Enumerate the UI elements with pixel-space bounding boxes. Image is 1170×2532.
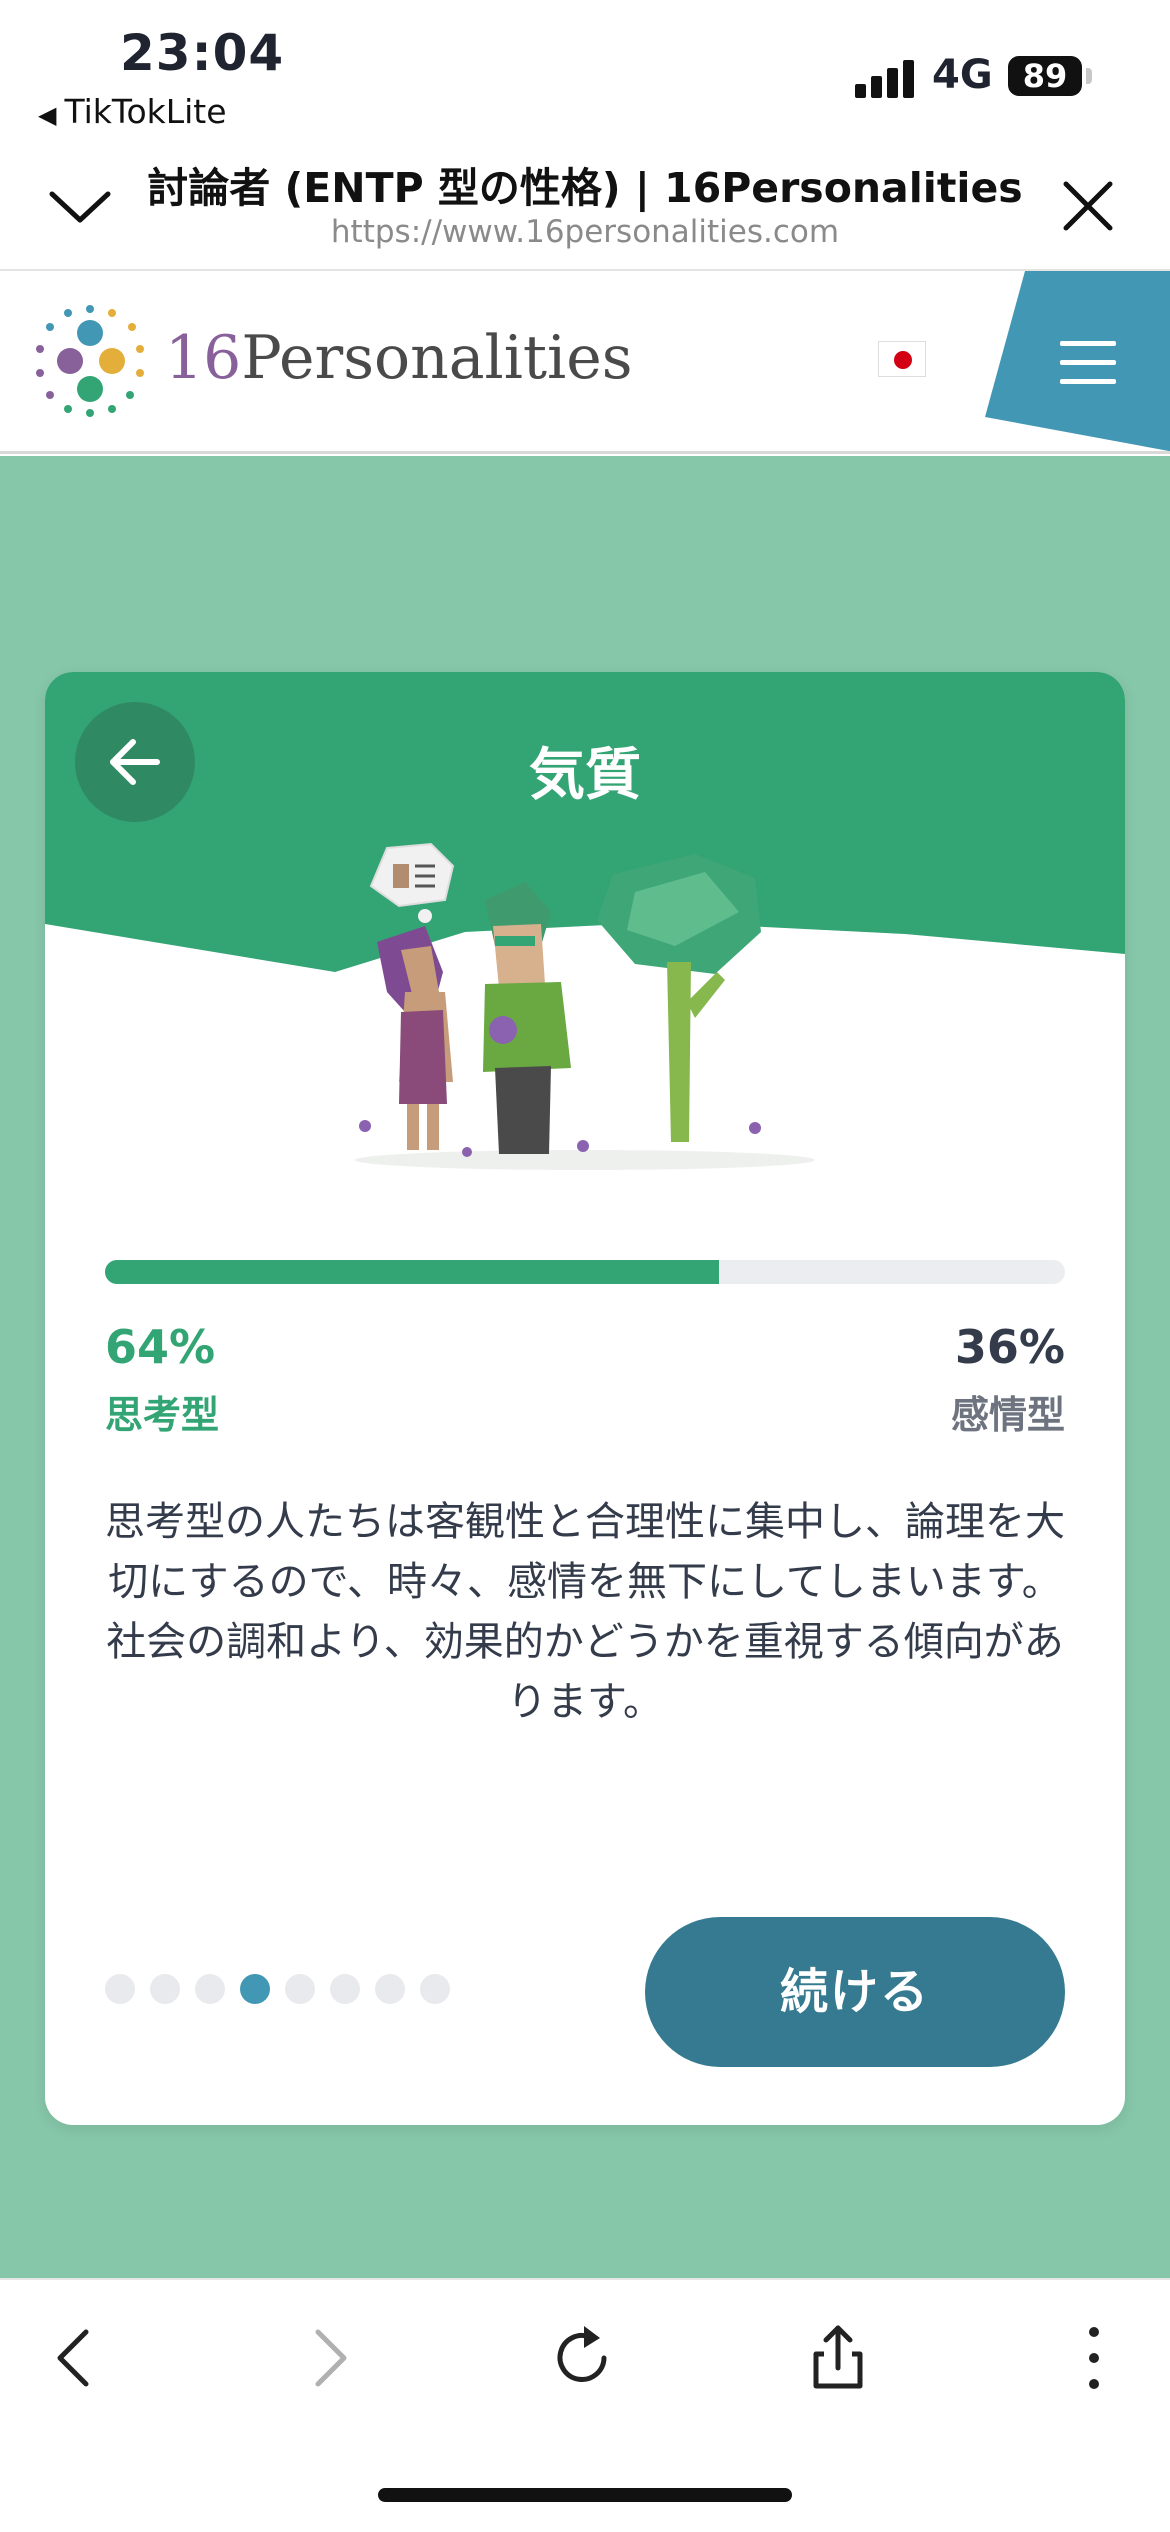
battery-icon: 89 — [1008, 56, 1082, 96]
logo-word: Personalities — [241, 323, 633, 393]
logo-number: 16 — [165, 323, 242, 393]
back-icon[interactable] — [36, 2318, 116, 2398]
more-icon[interactable] — [1054, 2318, 1134, 2398]
continue-button[interactable]: 続ける — [645, 1917, 1065, 2067]
pagination-dot[interactable] — [195, 1974, 225, 2004]
trait-card: 気質 64% 思考型 36% 感情型 思考型の人たちは客観性と合理性に集中し、論… — [45, 672, 1125, 2125]
logo-dots-icon[interactable] — [32, 303, 148, 419]
close-icon[interactable] — [1060, 178, 1116, 234]
trait-progress-fill — [105, 1260, 720, 1284]
japan-flag-icon[interactable] — [878, 341, 926, 377]
clock: 23:04 — [120, 24, 285, 82]
page-title: 討論者 (ENTP 型の性格) | 16Personalities — [147, 164, 1023, 212]
site-header: 16Personalities — [0, 271, 1170, 454]
pagination-dot[interactable] — [150, 1974, 180, 2004]
pagination-dot[interactable] — [105, 1974, 135, 2004]
feeling-percent: 36% — [954, 1320, 1065, 1374]
reload-icon[interactable] — [544, 2318, 624, 2398]
share-icon[interactable] — [798, 2318, 878, 2398]
chevron-down-icon[interactable] — [48, 180, 112, 230]
pagination-dot[interactable] — [375, 1974, 405, 2004]
home-indicator — [378, 2488, 792, 2502]
back-app-label: TikTokLite — [64, 92, 227, 131]
pagination-dot[interactable] — [330, 1974, 360, 2004]
cellular-signal-icon — [855, 58, 915, 98]
feeling-label: 感情型 — [950, 1393, 1065, 1437]
pagination-dot[interactable] — [240, 1974, 270, 2004]
trait-description: 思考型の人たちは客観性と合理性に集中し、論理を大切にするので、時々、感情を無下に… — [105, 1499, 1065, 1725]
forward-icon[interactable] — [288, 2318, 368, 2398]
people-and-tree-illustration — [355, 842, 815, 1170]
browser-header: 討論者 (ENTP 型の性格) | 16Personalities https:… — [0, 140, 1170, 271]
pagination-dots — [105, 1974, 450, 2004]
hamburger-menu-icon[interactable] — [1060, 341, 1116, 385]
pagination-dot[interactable] — [285, 1974, 315, 2004]
thinking-percent: 64% — [105, 1320, 216, 1374]
page-url: https://www.16personalities.com — [330, 214, 840, 250]
back-triangle-icon: ◀ — [38, 101, 57, 129]
trait-progress-bar — [105, 1260, 1065, 1284]
back-to-app-link[interactable]: ◀ TikTokLite — [38, 92, 227, 131]
site-logo[interactable]: 16Personalities — [165, 323, 633, 393]
pagination-dot[interactable] — [420, 1974, 450, 2004]
status-bar: 23:04 ◀ TikTokLite 4G 89 — [0, 0, 1170, 140]
thinking-label: 思考型 — [105, 1393, 220, 1437]
network-type: 4G — [932, 52, 993, 98]
card-title: 気質 — [529, 743, 641, 808]
battery-tip — [1086, 68, 1092, 84]
